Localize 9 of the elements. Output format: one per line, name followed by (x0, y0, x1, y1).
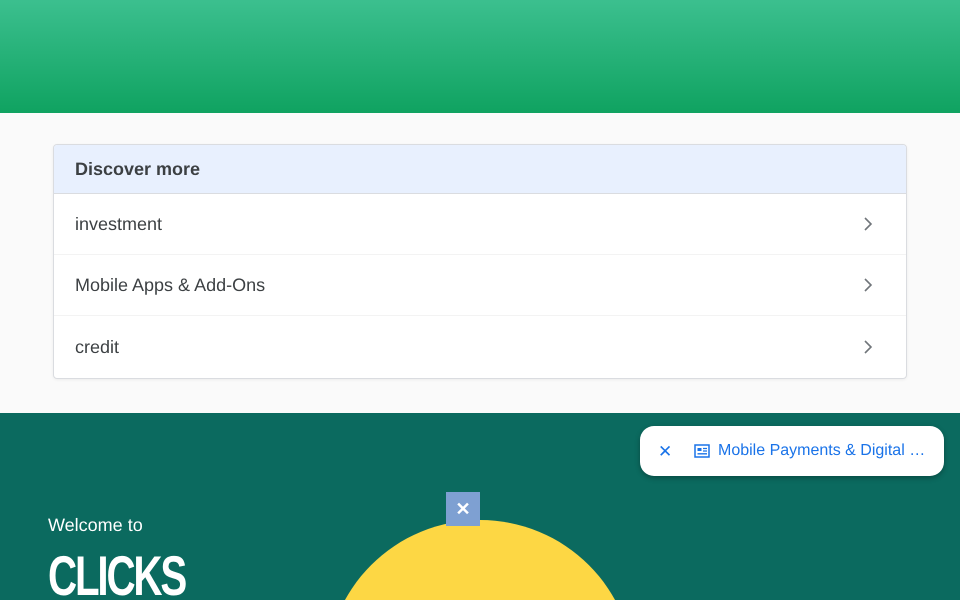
topic-link[interactable]: Mobile Apps & Add-Ons (54, 255, 906, 316)
article-icon (694, 444, 710, 458)
section-title: Discover more (75, 158, 200, 180)
brand-logo-text: CLICKS (48, 548, 186, 600)
topic-link[interactable]: investment (54, 194, 906, 255)
welcome-text: Welcome to (48, 515, 143, 536)
topic-link[interactable]: Mobile Payments & Digital … (718, 442, 926, 460)
close-button[interactable]: ✕ (654, 440, 676, 462)
topic-link[interactable]: credit (54, 316, 906, 378)
